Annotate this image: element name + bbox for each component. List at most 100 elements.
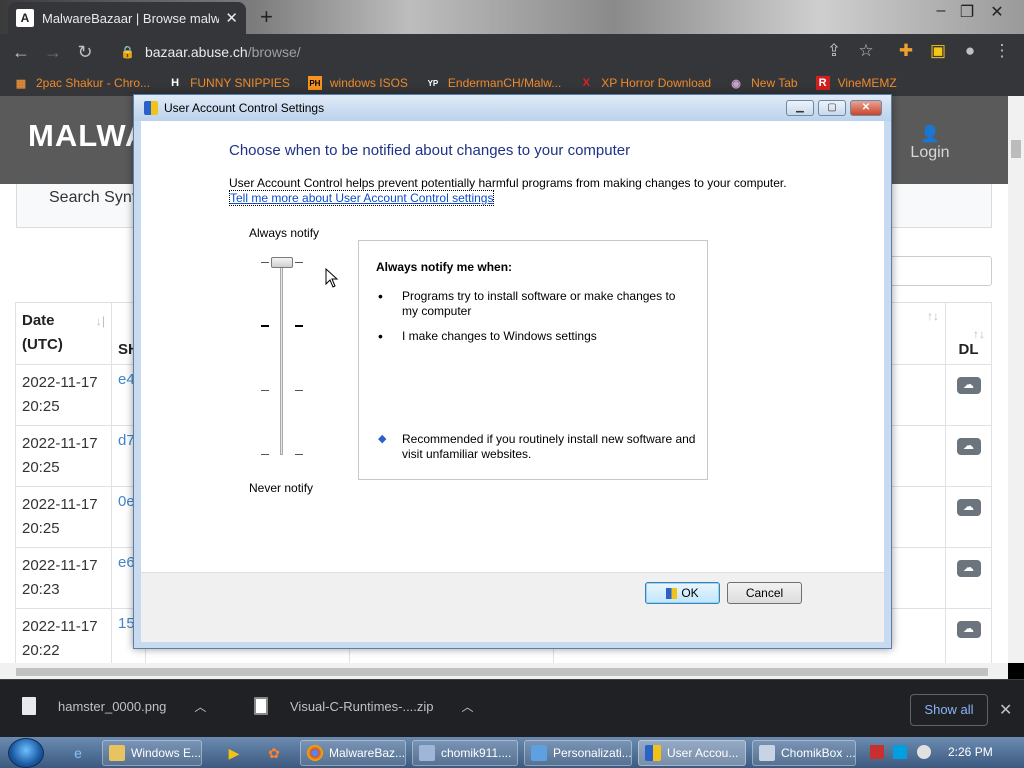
forward-icon[interactable]: → [42, 42, 64, 63]
back-icon[interactable]: ← [10, 42, 32, 63]
slider-tick [295, 454, 303, 455]
taskbar-item[interactable]: MalwareBaz... [300, 740, 406, 766]
h-icon: H [171, 77, 180, 89]
cloud-download-icon[interactable]: ☁ [956, 438, 981, 455]
internet-explorer-icon[interactable]: e [66, 741, 90, 765]
notify-level-slider[interactable] [280, 257, 283, 455]
taskbar-item[interactable]: Windows E... [102, 740, 202, 766]
close-window-icon[interactable]: ✕ [982, 2, 1012, 22]
bookmark-item[interactable]: PH windows ISOS [307, 76, 408, 90]
vertical-scroll-thumb[interactable] [1011, 140, 1021, 158]
close-tab-icon[interactable]: ✕ [225, 9, 238, 27]
newtab-icon: ◉ [731, 77, 741, 90]
table-filter-input[interactable] [880, 256, 992, 286]
cloud-download-icon[interactable]: ☁ [956, 560, 981, 577]
r-icon: R [815, 76, 830, 90]
taskbar-item[interactable]: chomik911.... [412, 740, 518, 766]
download-cell: ☁ [945, 425, 992, 487]
zip-file-icon [254, 697, 268, 715]
uac-shield-icon [144, 101, 158, 115]
explorer-icon [109, 745, 125, 761]
paint-icon[interactable]: ✿ [262, 741, 286, 765]
chevron-up-icon[interactable]: ︿ [194, 698, 206, 715]
dialog-minimize-button[interactable]: ▁ [786, 100, 814, 116]
window-icon [419, 745, 435, 761]
image-file-icon [22, 697, 36, 715]
cancel-button[interactable]: Cancel [727, 582, 802, 604]
sort-icon[interactable]: ↑↓ [952, 327, 985, 341]
slider-tick [261, 325, 269, 327]
dialog-close-button[interactable]: ✕ [850, 100, 882, 116]
media-player-icon[interactable]: ▶ [222, 741, 246, 765]
bookmark-item[interactable]: H FUNNY SNIPPIES [168, 76, 290, 90]
uac-shield-icon [666, 587, 678, 599]
restore-window-icon[interactable]: ❐ [952, 2, 982, 22]
ph-icon: PH [307, 76, 322, 90]
slider-thumb[interactable] [271, 257, 293, 268]
date-cell: 2022-11-17 20:25 [15, 486, 112, 548]
download-item[interactable]: hamster_0000.png ︿ [22, 697, 206, 715]
slider-top-label: Always notify [249, 226, 320, 240]
slider-bottom-label: Never notify [249, 481, 314, 495]
download-cell: ☁ [945, 547, 992, 609]
slider-tick [295, 325, 303, 327]
close-downloads-bar-icon[interactable]: ✕ [999, 700, 1012, 720]
address-bar[interactable]: 🔒 bazaar.abuse.ch/browse/ [108, 39, 882, 65]
bookmark-item[interactable]: R VineMEMZ [815, 76, 897, 90]
uac-settings-dialog: User Account Control Settings ▁ ▢ ✕ Choo… [133, 94, 892, 649]
volume-icon[interactable] [917, 745, 931, 759]
dl-column-header[interactable]: ↑↓ DL [945, 302, 992, 365]
start-button[interactable] [8, 738, 44, 768]
bookmarks-bar: ▦ 2pac Shakur - Chro... H FUNNY SNIPPIES P… [0, 70, 1024, 96]
reload-icon[interactable]: ↻ [74, 42, 96, 63]
flag-icon[interactable] [870, 745, 884, 759]
date-column-header[interactable]: ↓| Date (UTC) [15, 302, 112, 365]
bookmark-item[interactable]: ◉ New Tab [729, 76, 797, 90]
cloud-download-icon[interactable]: ☁ [956, 377, 981, 394]
mouse-pointer-icon [325, 268, 339, 288]
taskbar-clock[interactable]: 2:26 PM [948, 745, 993, 759]
bookmark-icon: ▦ [15, 77, 27, 90]
learn-more-link[interactable]: Tell me more about User Account Control … [229, 190, 495, 206]
date-cell: 2022-11-17 20:25 [15, 425, 112, 487]
chevron-up-icon[interactable]: ︿ [462, 698, 474, 715]
dialog-titlebar[interactable]: User Account Control Settings [134, 95, 891, 121]
extensions-icon[interactable]: ✚ [894, 41, 918, 61]
bookmark-star-icon[interactable]: ☆ [854, 41, 878, 61]
download-cell: ☁ [945, 486, 992, 548]
login-link[interactable]: 👤 Login [908, 124, 952, 162]
x-icon: X [582, 77, 590, 89]
sidepanel-icon[interactable]: ▣ [926, 41, 950, 61]
menu-kebab-icon[interactable]: ⋮ [990, 41, 1014, 61]
date-cell: 2022-11-17 20:23 [15, 547, 112, 609]
cloud-download-icon[interactable]: ☁ [956, 499, 981, 516]
dialog-maximize-button[interactable]: ▢ [818, 100, 846, 116]
bookmark-item[interactable]: X XP Horror Download [579, 76, 712, 90]
ok-button[interactable]: OK [645, 582, 720, 604]
download-item[interactable]: Visual-C-Runtimes-....zip ︿ [254, 697, 474, 715]
cloud-download-icon[interactable]: ☁ [956, 621, 981, 638]
sort-icon[interactable]: ↓| [96, 309, 105, 333]
page-vertical-scrollbar[interactable] [1008, 96, 1024, 663]
slider-tick [295, 390, 303, 391]
profile-avatar-icon[interactable]: ● [958, 41, 982, 61]
slider-tick [261, 390, 269, 391]
taskbar-item[interactable]: User Accou... [638, 740, 746, 766]
dialog-heading: Choose when to be notified about changes… [229, 142, 631, 159]
browser-tab[interactable]: A MalwareBazaar | Browse malware ✕ [8, 2, 246, 34]
horizontal-scroll-thumb[interactable] [16, 668, 988, 676]
bookmark-item[interactable]: YP EndermanCH/Malw... [426, 76, 562, 90]
network-icon[interactable] [893, 745, 907, 759]
taskbar-item[interactable]: Personalizati... [524, 740, 632, 766]
show-all-downloads-button[interactable]: Show all [910, 694, 988, 726]
bullet-icon: • [378, 328, 383, 344]
new-tab-icon[interactable]: + [260, 4, 273, 30]
sort-icon[interactable]: ↑↓ [927, 309, 939, 323]
level-description-heading: Always notify me when: [376, 260, 513, 274]
search-syntax-label: Search Synta [49, 189, 146, 206]
site-logo[interactable]: MALWA [28, 118, 148, 154]
bookmark-item[interactable]: ▦ 2pac Shakur - Chro... [14, 76, 150, 90]
taskbar-item[interactable]: ChomikBox ... [752, 740, 856, 766]
share-icon[interactable]: ⇪ [822, 41, 846, 61]
download-cell: ☁ [945, 608, 992, 663]
